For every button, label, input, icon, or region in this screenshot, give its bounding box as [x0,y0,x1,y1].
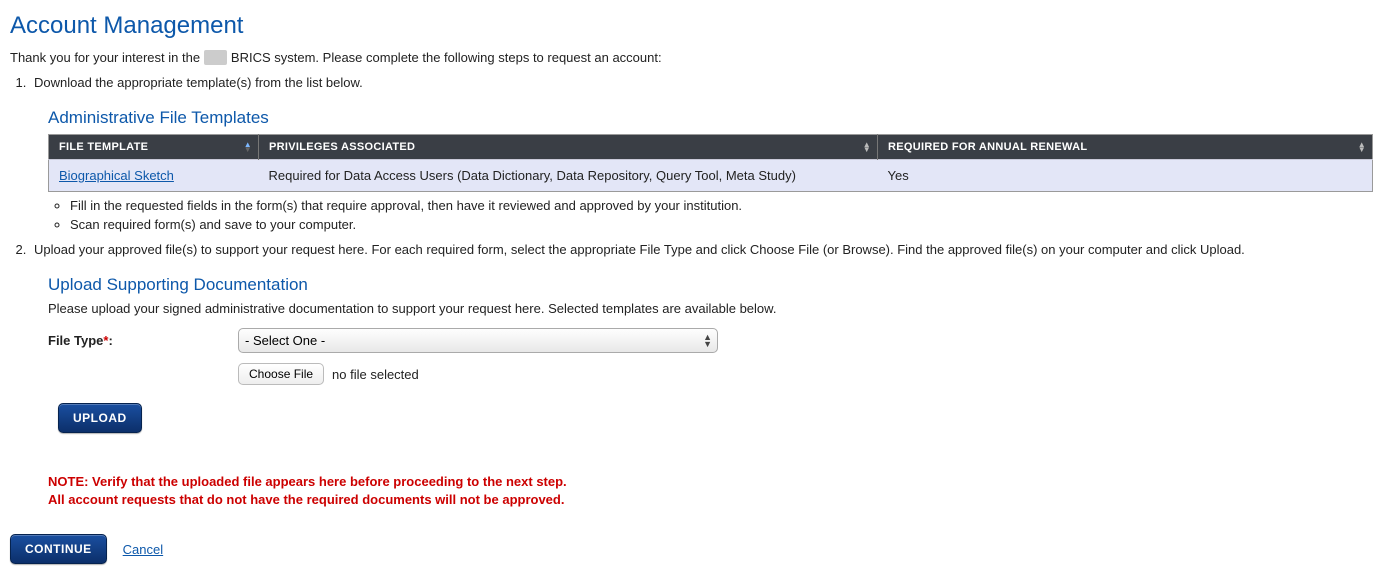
continue-button[interactable]: CONTINUE [10,534,107,564]
sort-icon: ▲▼ [863,142,871,152]
upload-heading: Upload Supporting Documentation [48,275,1387,295]
required-star-icon: * [103,333,108,348]
step-1-text: Download the appropriate template(s) fro… [34,75,363,90]
step-1: Download the appropriate template(s) fro… [30,75,1387,232]
upload-help: Please upload your signed administrative… [48,301,1387,316]
col-file-template[interactable]: FILE TEMPLATE ▲▼ [49,135,259,160]
intro-system: BRICS system. [231,50,319,65]
warning-note: NOTE: Verify that the uploaded file appe… [48,473,1387,508]
file-status: no file selected [332,367,419,382]
filetype-label: File Type*: [48,333,238,348]
sort-icon: ▲▼ [1358,142,1366,152]
col-privileges[interactable]: PRIVILEGES ASSOCIATED ▲▼ [259,135,878,160]
choose-file-button[interactable]: Choose File [238,363,324,385]
cell-privileges: Required for Data Access Users (Data Dic… [259,160,878,192]
col-privileges-label: PRIVILEGES ASSOCIATED [269,141,415,153]
col-file-template-label: FILE TEMPLATE [59,141,148,153]
note-line-1: NOTE: Verify that the uploaded file appe… [48,473,1387,491]
templates-table: FILE TEMPLATE ▲▼ PRIVILEGES ASSOCIATED ▲… [48,134,1373,192]
redacted-org [204,50,228,65]
page-title: Account Management [10,12,1387,40]
cancel-link[interactable]: Cancel [123,542,163,557]
filetype-select[interactable]: - Select One - [238,328,718,353]
upload-button[interactable]: UPLOAD [58,403,142,433]
step-2-text: Upload your approved file(s) to support … [34,242,1245,257]
col-required[interactable]: REQUIRED FOR ANNUAL RENEWAL ▲▼ [878,135,1373,160]
sort-asc-icon: ▲▼ [244,142,252,152]
table-row: Biographical Sketch Required for Data Ac… [49,160,1373,192]
intro-after: Please complete the following steps to r… [323,50,662,65]
col-required-label: REQUIRED FOR ANNUAL RENEWAL [888,141,1087,153]
substep-scan: Scan required form(s) and save to your c… [70,217,1387,232]
cell-required: Yes [878,160,1373,192]
filetype-label-text: File Type [48,333,103,348]
substep-fill-fields: Fill in the requested fields in the form… [70,198,1387,213]
template-link-biosketch[interactable]: Biographical Sketch [59,168,174,183]
intro-before: Thank you for your interest in the [10,50,204,65]
step-2: Upload your approved file(s) to support … [30,242,1387,508]
intro-text: Thank you for your interest in the BRICS… [10,50,1387,65]
templates-heading: Administrative File Templates [48,108,1387,128]
note-line-2: All account requests that do not have th… [48,491,1387,509]
